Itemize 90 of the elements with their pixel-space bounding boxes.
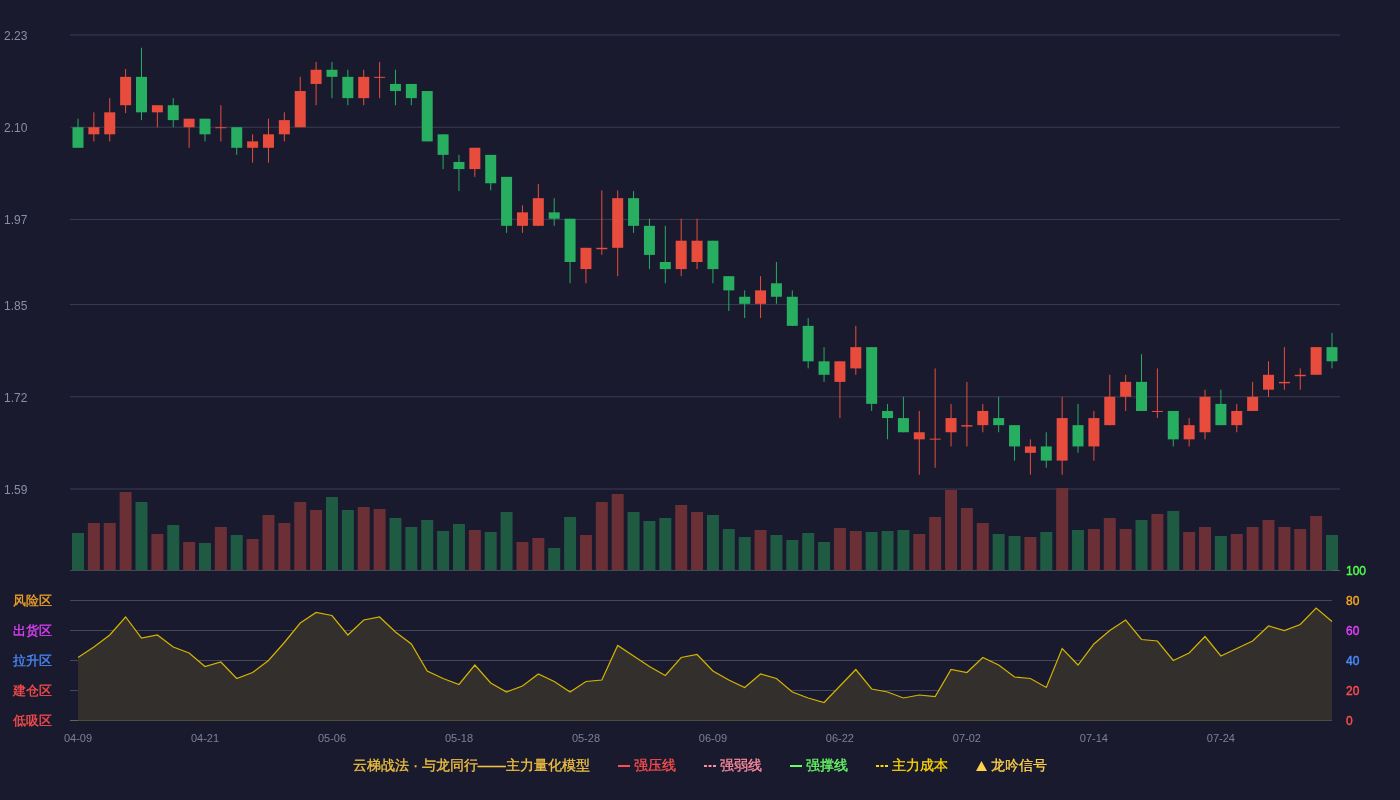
axis-label: 20 [1346, 683, 1360, 698]
zone-label: 建仓区 [13, 682, 52, 698]
zone-label: 拉升区 [13, 652, 52, 668]
date-label: 06-22 [825, 732, 854, 744]
zone-label: 出货区 [13, 622, 52, 638]
legend-label: 主力成本 [891, 756, 948, 775]
candlestick [1183, 417, 1195, 447]
candlestick [389, 69, 401, 106]
candlestick [770, 261, 782, 305]
legend-label: 强压线 [633, 756, 676, 775]
legend-label: 龙吟信号 [990, 756, 1047, 775]
legend-dash-icon [703, 763, 716, 768]
candlestick [1215, 389, 1227, 426]
axis-label: 2.10 [4, 121, 28, 136]
candlestick [72, 118, 84, 149]
candlestick [580, 247, 592, 284]
candlestick [374, 61, 386, 99]
axis-label: 80 [1346, 593, 1360, 608]
candlestick [247, 133, 259, 164]
candlestick [1151, 367, 1163, 419]
candlestick [945, 403, 957, 447]
candlestick [1024, 438, 1036, 476]
zone-label: 低吸区 [13, 712, 52, 728]
axis-label: 1.72 [4, 390, 28, 405]
candlestick [437, 133, 449, 170]
date-label: 04-21 [190, 732, 220, 744]
candlestick [215, 104, 227, 142]
candlestick [183, 118, 195, 149]
candlestick [723, 275, 735, 312]
axis-label: 1.85 [4, 298, 28, 313]
candlestick [1263, 360, 1275, 398]
candlestick [1326, 332, 1338, 369]
candlestick [516, 204, 528, 234]
candlestick [882, 403, 894, 440]
candlestick [278, 111, 290, 142]
candlestick [1231, 403, 1243, 433]
legend-dash-icon [875, 763, 888, 768]
date-label: 07-02 [952, 732, 981, 744]
candlestick [1040, 431, 1052, 469]
legend-label: 强弱线 [719, 756, 762, 775]
candlestick [913, 410, 925, 476]
axis-label: 40 [1346, 653, 1360, 668]
candlestick [88, 111, 100, 142]
axis-label: 1.97 [4, 213, 28, 228]
date-label: 05-18 [444, 732, 474, 744]
axis-label: 100 [1346, 563, 1367, 578]
date-label: 05-28 [571, 732, 600, 744]
candlestick [262, 118, 274, 164]
date-label: 07-24 [1206, 732, 1235, 744]
axis-label: 1.59 [4, 483, 28, 497]
candlestick [167, 97, 179, 128]
candlestick [342, 69, 354, 106]
date-label: 07-14 [1079, 732, 1108, 744]
candlestick [151, 104, 163, 128]
legend-line-icon [789, 763, 802, 768]
axis-label: 2.23 [4, 29, 28, 43]
candlestick [548, 197, 560, 227]
candlestick [691, 218, 703, 270]
zone-label: 风险区 [13, 592, 52, 608]
candlestick [358, 69, 370, 106]
date-label: 04-09 [63, 732, 93, 744]
axis-label: 60 [1346, 623, 1360, 638]
candlestick [993, 396, 1005, 433]
candlestick [755, 275, 767, 319]
candlestick [1072, 403, 1084, 454]
legend-line-icon [617, 763, 630, 768]
candlestick [739, 289, 751, 319]
legend-label: 强撑线 [805, 756, 848, 775]
candlestick [231, 126, 243, 156]
candlestick [850, 325, 862, 376]
date-label: 06-09 [698, 732, 727, 744]
candlestick [897, 396, 909, 433]
candlestick [834, 360, 846, 419]
candlestick [818, 346, 830, 383]
candlestick [104, 97, 116, 142]
candlestick [1247, 381, 1259, 412]
candlestick [977, 403, 989, 433]
candlestick [453, 154, 465, 192]
candlestick [1009, 424, 1021, 462]
date-label: 05-06 [317, 732, 347, 744]
legend-label: 云梯战法 · 与龙同行——主力量化模型 [353, 756, 590, 775]
candlestick [1120, 374, 1132, 412]
candlestick [929, 367, 941, 469]
candlestick [659, 225, 671, 284]
axis-label: 0 [1346, 713, 1353, 728]
candlestick [310, 61, 322, 106]
candlestick [326, 61, 338, 99]
candlestick [469, 147, 481, 178]
triangle-icon [975, 760, 987, 771]
candlestick [961, 381, 973, 447]
